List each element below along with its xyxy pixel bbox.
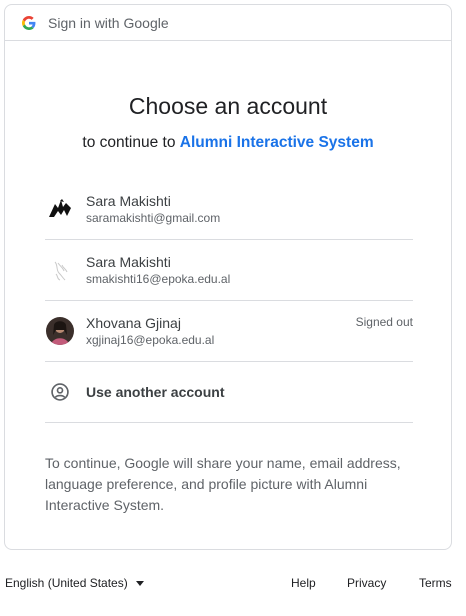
silhouette-avatar xyxy=(46,195,74,223)
account-item[interactable]: Xhovana Gjinaj xgjinaj16@epoka.edu.al Si… xyxy=(45,301,413,362)
google-g-icon xyxy=(22,15,36,30)
account-name: Sara Makishti xyxy=(86,193,171,209)
account-info: Xhovana Gjinaj xgjinaj16@epoka.edu.al xyxy=(86,314,214,348)
account-list: Sara Makishti saramakishti@gmail.com Sar… xyxy=(45,179,413,423)
account-email: saramakishti@gmail.com xyxy=(86,211,221,225)
language-selector[interactable]: English (United States) xyxy=(5,576,144,590)
sketch-avatar xyxy=(46,256,74,284)
header-text: Sign in with Google xyxy=(48,14,169,31)
account-item[interactable]: Sara Makishti saramakishti@gmail.com xyxy=(45,179,413,240)
account-email: smakishti16@epoka.edu.al xyxy=(86,272,231,286)
use-another-account-button[interactable]: Use another account xyxy=(45,362,413,423)
subtitle-prefix: to continue to xyxy=(82,134,176,151)
app-name-link[interactable]: Alumni Interactive System xyxy=(180,134,374,151)
caret-down-icon xyxy=(135,580,144,586)
privacy-link[interactable]: Privacy xyxy=(347,576,386,590)
privacy-notice: To continue, Google will share your name… xyxy=(45,455,401,513)
account-info: Sara Makishti smakishti16@epoka.edu.al xyxy=(86,253,230,287)
account-info: Sara Makishti saramakishti@gmail.com xyxy=(86,192,220,226)
help-link[interactable]: Help xyxy=(291,576,316,590)
page-title: Choose an account xyxy=(128,93,328,119)
footer: English (United States) Help Privacy Ter… xyxy=(0,572,466,594)
account-circle-icon xyxy=(46,378,74,406)
use-another-account-label: Use another account xyxy=(86,384,225,400)
language-label: English (United States) xyxy=(5,576,128,590)
terms-link[interactable]: Terms xyxy=(419,576,452,590)
account-item[interactable]: Sara Makishti smakishti16@epoka.edu.al xyxy=(45,240,413,301)
signed-out-status: Signed out xyxy=(355,315,413,329)
account-name: Sara Makishti xyxy=(86,254,171,270)
card-header: Sign in with Google xyxy=(5,5,451,41)
photo-avatar xyxy=(46,317,74,345)
account-email: xgjinaj16@epoka.edu.al xyxy=(86,333,215,347)
sign-in-card: Sign in with Google Choose an account to… xyxy=(4,4,452,550)
account-name: Xhovana Gjinaj xyxy=(86,315,181,331)
page-subtitle: to continue to Alumni Interactive System xyxy=(5,134,451,152)
